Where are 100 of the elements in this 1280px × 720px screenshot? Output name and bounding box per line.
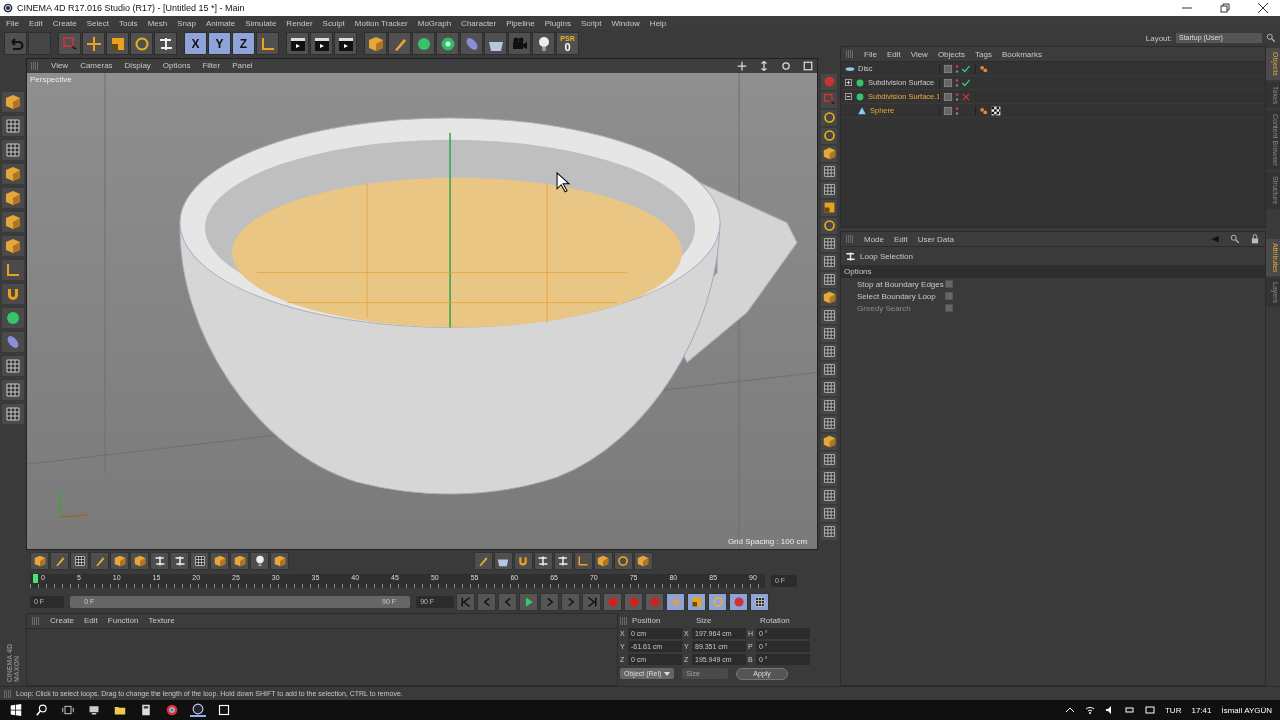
visibility-dots-icon[interactable] [955,63,959,74]
menu-item[interactable]: Edit [28,18,43,28]
timeline-tool-button[interactable] [633,551,653,570]
object-menu-item[interactable]: File [864,49,877,59]
timeline-tool-button[interactable] [230,551,249,570]
menu-item[interactable]: Mesh [147,18,168,28]
timeline-tool-button[interactable] [533,551,553,570]
app-logo-icon[interactable] [190,703,206,717]
axis-lock-button[interactable]: Y [208,32,231,56]
timeline-tool-button[interactable] [613,551,633,570]
menu-item[interactable]: MoGraph [417,18,452,28]
lock-icon[interactable] [1250,234,1260,244]
material-menu-item[interactable]: Edit [84,616,98,626]
timeline-tool-button[interactable] [70,551,89,570]
viewport-menu-item[interactable]: Options [162,61,191,71]
timeline-tool-button[interactable] [90,551,109,570]
menu-item[interactable]: Tools [118,18,138,28]
browser-icon[interactable] [164,704,180,716]
timeline-tool-button[interactable] [130,551,149,570]
menu-item[interactable]: Snap [177,18,196,28]
object-menu-item[interactable]: Bookmarks [1001,49,1042,59]
menu-item[interactable]: Select [86,18,109,28]
timeline-tool-button[interactable] [593,551,613,570]
timeline-tool-button[interactable] [150,551,169,570]
visibility-dots-icon[interactable] [955,77,959,88]
visibility-dots-icon[interactable] [955,105,959,116]
message-icon[interactable] [1145,705,1155,715]
timeline-tool-button[interactable] [473,551,493,570]
viewport[interactable]: Perspective Grid Spacing : 100 cm [26,72,818,549]
material-tag-icon[interactable] [979,63,989,74]
axis-lock-button[interactable]: X [184,32,207,56]
checkbox[interactable] [945,292,953,300]
timeline-tool-button[interactable] [250,551,269,570]
timeline-tool-button[interactable] [270,551,289,570]
move-key-button[interactable] [666,592,686,611]
go-to-start-button[interactable] [456,592,476,611]
window-app-icon[interactable] [216,704,232,716]
timeline-tool-button[interactable] [210,551,229,570]
menu-item[interactable]: File [6,18,19,28]
play-button[interactable] [519,592,539,611]
object-menu-item[interactable]: Tags [975,49,992,59]
menu-item[interactable]: Window [611,18,640,28]
orbit-icon[interactable] [781,60,792,71]
pan-icon[interactable] [737,60,748,71]
object-menu-item[interactable]: Edit [886,49,901,59]
expand-toggle-icon[interactable] [845,93,852,100]
menu-item[interactable]: Character [461,18,497,28]
language-indicator[interactable]: TUR [1165,705,1182,715]
menu-item[interactable]: Plugins [544,18,571,28]
clock[interactable]: 17:41 [1191,705,1212,715]
material-menu-item[interactable]: Function [107,616,139,626]
attributes-menu-item[interactable]: User Data [917,234,954,244]
menu-item[interactable]: Simulate [245,18,277,28]
material-menu-item[interactable]: Texture [148,616,175,626]
viewport-menu-item[interactable]: Cameras [80,61,113,71]
menu-item[interactable]: Motion Tracker [354,18,408,28]
object-menu-item[interactable]: View [910,49,928,59]
go-to-end-button[interactable] [582,592,602,611]
timeline-tool-button[interactable] [190,551,209,570]
scale-key-button[interactable] [687,592,707,611]
restore-icon[interactable] [1220,3,1230,13]
check-icon[interactable] [961,63,971,74]
playhead[interactable] [33,573,38,583]
folder-icon[interactable] [112,704,128,716]
viewport-menu-item[interactable]: Display [124,61,151,71]
viewport-menu-item[interactable]: Panel [232,61,253,71]
menu-item[interactable]: Pipeline [506,18,535,28]
windows-start-icon[interactable] [8,704,24,716]
viewport-menu-item[interactable]: Filter [202,61,221,71]
attributes-menu-item[interactable]: Edit [894,234,908,244]
chevron-up-icon[interactable] [1065,705,1075,715]
timeline-tool-button[interactable] [110,551,129,570]
grid-key-button[interactable] [750,592,770,611]
menu-item[interactable]: Animate [205,18,236,28]
rotate-key-button[interactable] [708,592,728,611]
menu-item[interactable]: Sculpt [322,18,345,28]
menu-item[interactable]: Render [286,18,313,28]
visibility-dots-icon[interactable] [955,91,959,102]
timeline-tool-button[interactable] [493,551,513,570]
parameter-key-button[interactable] [729,592,749,611]
cross-icon[interactable] [961,91,971,102]
timeline-tool-button[interactable] [170,551,189,570]
timeline-tool-button[interactable] [30,551,49,570]
timeline-tool-button[interactable] [50,551,69,570]
object-menu-item[interactable]: Objects [937,49,965,59]
timeline-tool-button[interactable] [513,551,533,570]
checker-tag-icon[interactable] [991,105,1001,116]
task-view-icon[interactable] [60,704,76,716]
expand-toggle-icon[interactable] [845,79,852,86]
checkbox[interactable] [945,280,953,288]
material-tag-icon[interactable] [979,105,989,116]
axis-lock-button[interactable]: Z [232,32,255,56]
maximize-view-icon[interactable] [803,60,814,71]
close-icon[interactable] [1258,3,1268,13]
check-icon[interactable] [961,77,971,88]
viewport-menu-item[interactable]: View [50,61,69,71]
menu-item[interactable]: Help [649,18,667,28]
search-icon[interactable] [34,704,50,716]
timeline-tool-button[interactable] [573,551,593,570]
attributes-menu-item[interactable]: Mode [864,234,884,244]
